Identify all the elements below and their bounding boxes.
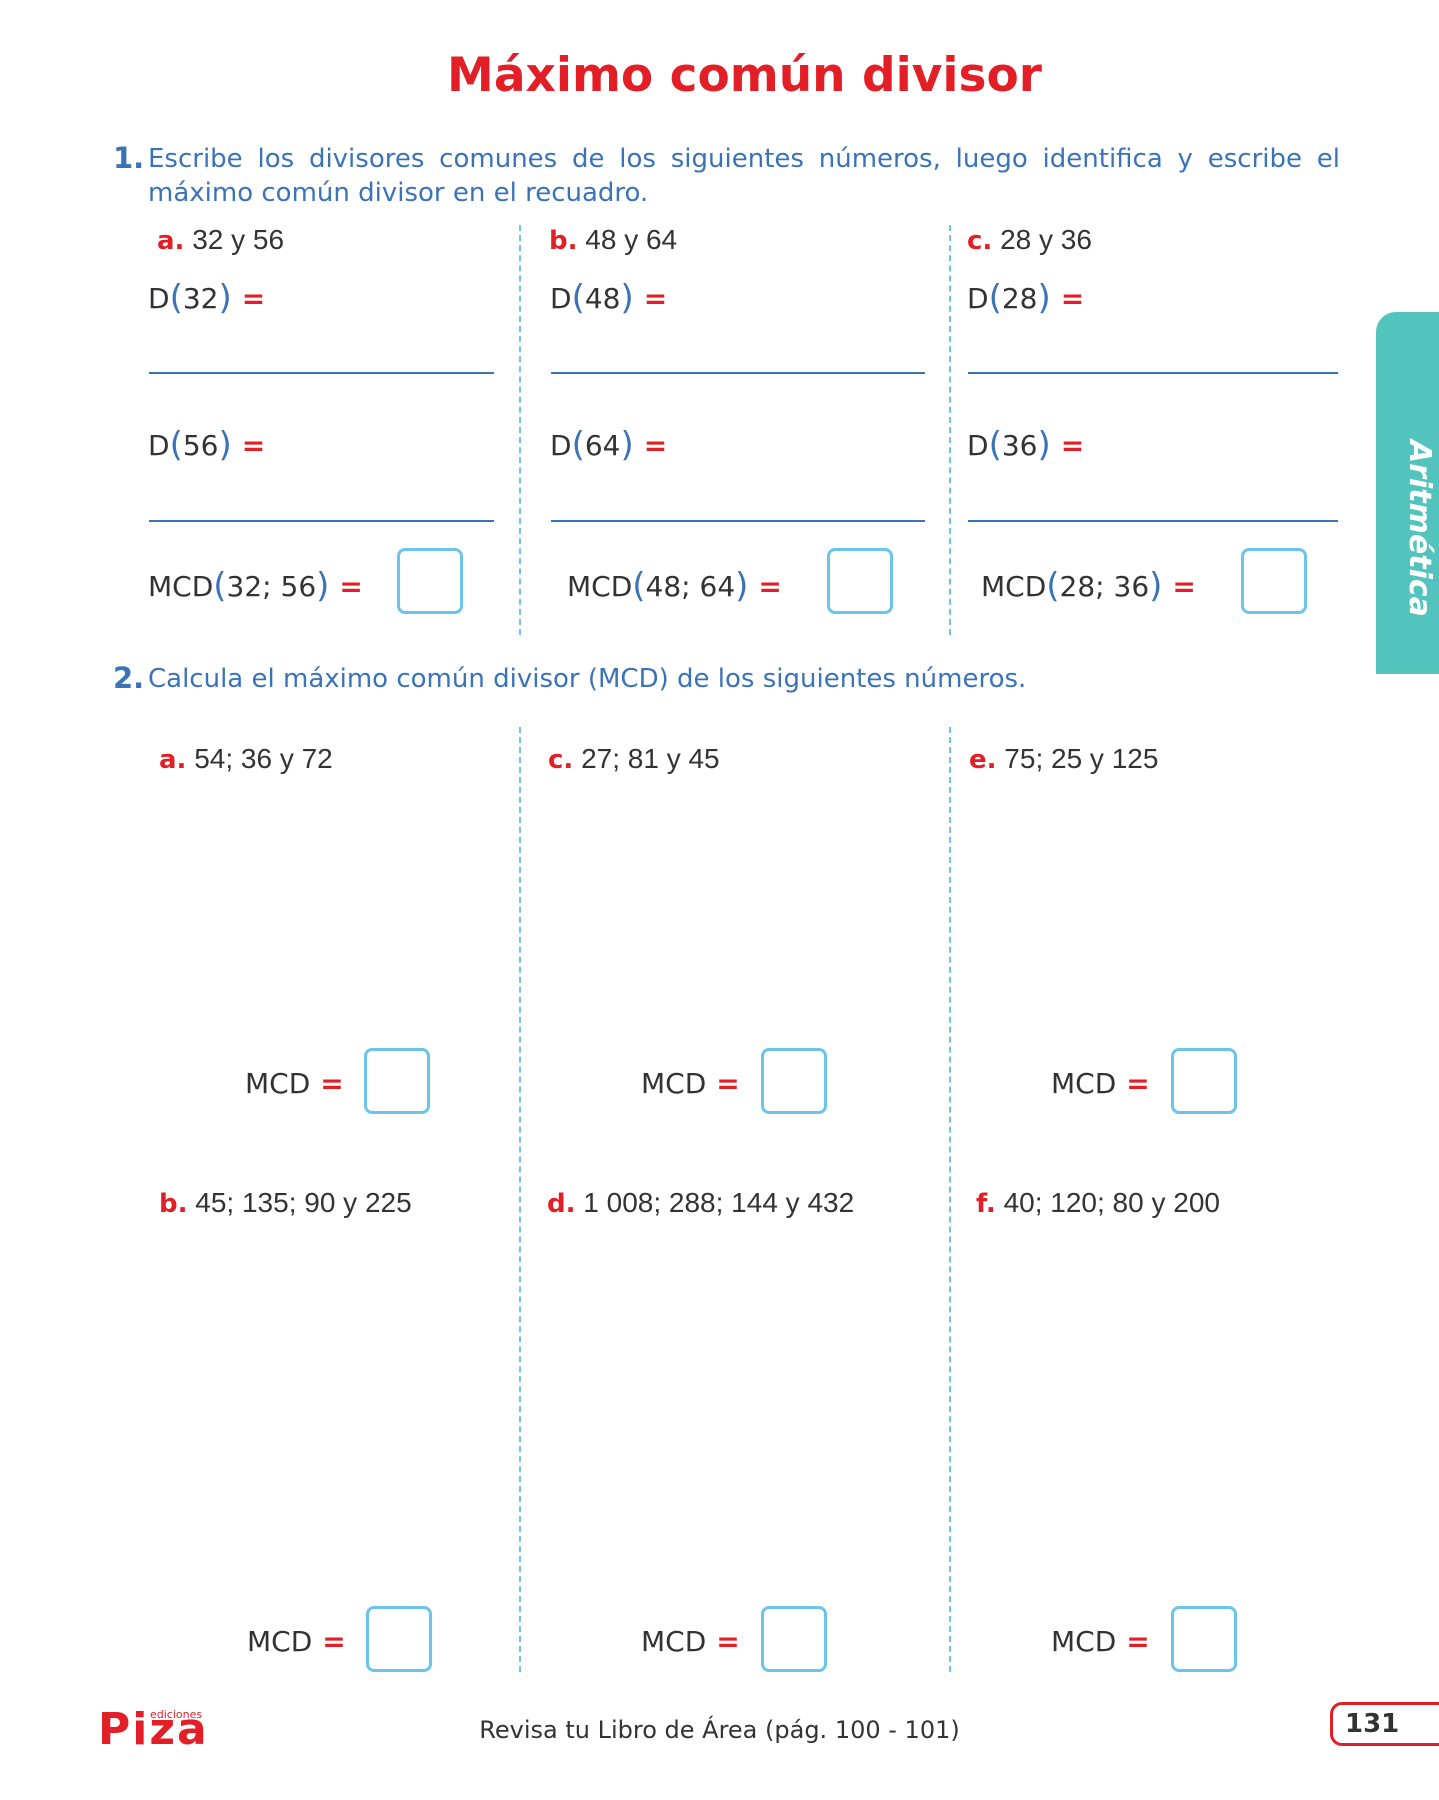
divisors-expression: D(64) = — [550, 425, 668, 465]
item-2c-heading: c. 27; 81 y 45 — [548, 743, 720, 775]
answer-box[interactable] — [761, 1048, 827, 1114]
column-divider — [949, 225, 951, 635]
mcd-expression: MCD(48; 64) = — [567, 566, 782, 606]
item-2e-heading: e. 75; 25 y 125 — [969, 743, 1158, 775]
page-title: Máximo común divisor — [447, 48, 1042, 103]
item-letter: a. — [157, 226, 185, 256]
item-1a-heading: a. 32 y 56 — [157, 224, 284, 256]
answer-box[interactable] — [364, 1048, 430, 1114]
answer-line — [968, 372, 1338, 374]
item-letter: d. — [547, 1189, 576, 1219]
question-2-instruction: Calcula el máximo común divisor (MCD) de… — [148, 664, 1027, 694]
answer-box[interactable] — [366, 1606, 432, 1672]
divisors-expression: D(28) = — [967, 278, 1085, 318]
answer-box[interactable] — [1171, 1048, 1237, 1114]
mcd-expression: MCD(32; 56) = — [148, 566, 363, 606]
answer-line — [551, 520, 925, 522]
column-divider — [519, 225, 521, 635]
item-numbers: 40; 120; 80 y 200 — [1003, 1187, 1220, 1218]
answer-box[interactable] — [1171, 1606, 1237, 1672]
divisors-expression: D(48) = — [550, 278, 668, 318]
question-1-instruction: Escribe los divisores comunes de los sig… — [148, 144, 1340, 208]
item-1b-heading: b. 48 y 64 — [549, 224, 677, 256]
item-letter: c. — [548, 745, 574, 775]
page-number: 131 — [1330, 1702, 1439, 1746]
footer-note: Revisa tu Libro de Área (pág. 100 - 101) — [479, 1716, 960, 1744]
item-numbers: 48 y 64 — [585, 224, 678, 255]
answer-box[interactable] — [397, 548, 463, 614]
item-numbers: 28 y 36 — [1000, 224, 1092, 255]
answer-line — [968, 520, 1338, 522]
mcd-expression: MCD = — [641, 1067, 740, 1100]
item-letter: b. — [549, 226, 578, 256]
mcd-expression: MCD = — [247, 1625, 346, 1658]
item-2f-heading: f. 40; 120; 80 y 200 — [976, 1187, 1220, 1219]
item-2a-heading: a. 54; 36 y 72 — [159, 743, 333, 775]
divisors-expression: D(32) = — [148, 278, 266, 318]
item-numbers: 1 008; 288; 144 y 432 — [583, 1187, 855, 1218]
divisors-expression: D(36) = — [967, 425, 1085, 465]
answer-box[interactable] — [827, 548, 893, 614]
item-numbers: 45; 135; 90 y 225 — [195, 1187, 412, 1218]
mcd-expression: MCD = — [1051, 1625, 1150, 1658]
column-divider — [949, 727, 951, 1672]
item-numbers: 75; 25 y 125 — [1004, 743, 1159, 774]
item-2d-heading: d. 1 008; 288; 144 y 432 — [547, 1187, 854, 1219]
divisors-expression: D(56) = — [148, 425, 266, 465]
answer-line — [551, 372, 925, 374]
mcd-expression: MCD = — [1051, 1067, 1150, 1100]
item-numbers: 32 y 56 — [192, 224, 285, 255]
item-letter: a. — [159, 745, 187, 775]
answer-line — [149, 520, 494, 522]
section-tab-label: Aritmética — [1402, 440, 1437, 617]
item-2b-heading: b. 45; 135; 90 y 225 — [159, 1187, 412, 1219]
mcd-expression: MCD = — [641, 1625, 740, 1658]
column-divider — [519, 727, 521, 1672]
item-1c-heading: c. 28 y 36 — [967, 224, 1092, 256]
item-letter: f. — [976, 1189, 996, 1219]
item-letter: b. — [159, 1189, 188, 1219]
mcd-expression: MCD = — [245, 1067, 344, 1100]
item-numbers: 27; 81 y 45 — [581, 743, 720, 774]
answer-box[interactable] — [1241, 548, 1307, 614]
item-letter: c. — [967, 226, 993, 256]
item-numbers: 54; 36 y 72 — [194, 743, 333, 774]
answer-box[interactable] — [761, 1606, 827, 1672]
answer-line — [149, 372, 494, 374]
question-2-number: 2. — [113, 661, 145, 695]
question-1-number: 1. — [113, 141, 145, 175]
mcd-expression: MCD(28; 36) = — [981, 566, 1196, 606]
item-letter: e. — [969, 745, 997, 775]
